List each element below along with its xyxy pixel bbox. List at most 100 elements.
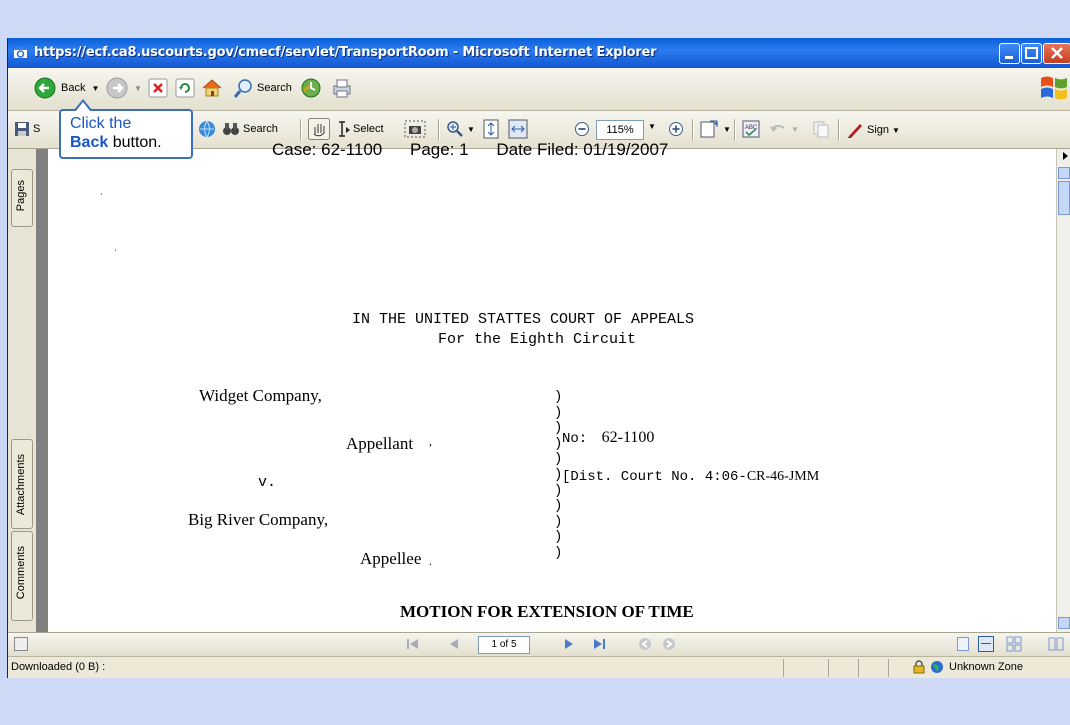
forward-button[interactable]: ▼ [106,77,142,99]
zoom-in-magnifier-icon [447,121,463,137]
back-dropdown-icon[interactable]: ▼ [91,84,99,93]
appellee-role: Appellee [360,549,422,568]
continuous-facing-view-icon[interactable] [1048,637,1064,651]
minimize-button[interactable] [999,43,1020,64]
zoom-in-button[interactable] [668,121,684,137]
spell-check-button[interactable]: ABC [742,120,760,138]
zoom-out-button[interactable] [574,121,590,137]
tab-attachments-label: Attachments [15,454,27,516]
slide-bottom-margin [0,678,1070,725]
email-button[interactable] [198,120,216,138]
zoom-level-dropdown-icon[interactable]: ▼ [648,122,656,131]
svg-text:ABC: ABC [745,125,758,131]
select-label: Select [353,123,384,135]
page-options-icon[interactable] [14,637,28,651]
fit-width-button[interactable] [508,119,528,139]
fit-page-button[interactable] [482,119,500,139]
scroll-down-button[interactable] [1058,617,1070,629]
sign-button[interactable]: Sign ▼ [846,121,900,139]
tab-pages[interactable]: Pages [11,169,33,227]
district-court-line: [Dist. Court No. 4:06-CR-46-JMM [562,469,819,485]
home-icon [202,79,222,97]
forward-arrow-icon [106,77,128,99]
favorites-button[interactable] [300,77,322,99]
save-button[interactable]: S [14,121,40,137]
select-tool-button[interactable]: Select [336,120,384,138]
snapshot-button[interactable] [404,120,426,138]
forward-dropdown-icon[interactable]: ▼ [134,84,142,93]
globe-icon [931,661,943,673]
continuous-view-icon[interactable] [978,636,994,652]
back-button[interactable]: Back ▼ [34,77,99,99]
search-icon [233,79,252,98]
case-number: Case: 62-1100 [272,140,383,159]
refresh-icon [175,78,195,98]
security-zone: Unknown Zone [913,660,1023,674]
fit-page-icon [483,119,499,139]
page-layout-dropdown-icon[interactable]: ▼ [723,125,731,134]
date-filed: Date Filed: 01/19/2007 [496,140,669,159]
single-page-view-icon[interactable] [957,637,969,651]
pdf-search-button[interactable]: Search [222,121,278,137]
printer-icon [333,79,351,98]
docket-number-label: No: 62-1100 [562,429,654,447]
sign-label: Sign [867,124,890,136]
binoculars-icon [223,123,239,135]
motion-title: MOTION FOR EXTENSION OF TIME [400,602,694,621]
text-cursor-icon [339,121,350,137]
zoom-in-tool-button[interactable]: ▼ [446,120,475,138]
tab-comments[interactable]: Comments [11,531,33,621]
back-arrow-icon [34,77,56,99]
search-button[interactable]: Search [232,77,292,99]
pen-icon [848,124,862,138]
scroll-thumb[interactable] [1058,181,1070,215]
sign-dropdown-icon[interactable]: ▼ [892,126,900,135]
zoom-tool-dropdown-icon[interactable]: ▼ [467,125,475,134]
next-page-icon[interactable] [563,638,575,650]
spell-check-icon: ABC [742,120,760,138]
page-layout-button[interactable]: ▼ [700,119,731,139]
scroll-arrow-right-icon [1063,152,1068,160]
previous-view-icon[interactable] [638,637,652,651]
district-prefix: [Dist. Court No. 4:06- [562,469,747,485]
page-number-input[interactable]: 1 of 5 [478,636,530,654]
undo-button[interactable]: ▼ [768,121,799,137]
first-page-icon[interactable] [406,638,420,650]
camera-icon [404,120,426,138]
appellee-name: Big River Company, [188,510,329,529]
callout-line1: Click the [70,115,132,132]
save-label: S [33,123,41,135]
home-button[interactable] [201,77,223,99]
copy-button[interactable] [812,120,830,138]
search-label: Search [257,82,292,94]
zoom-in-icon [669,122,683,136]
navigation-panel: Pages Attachments Comments [8,149,37,632]
copy-icon [813,121,829,138]
zoom-level-input[interactable]: 115% [596,120,644,140]
close-button[interactable] [1043,43,1070,64]
callout-bold-text: Back [70,134,109,151]
next-view-icon[interactable] [662,637,676,651]
undo-dropdown-icon[interactable]: ▼ [791,125,799,134]
refresh-button[interactable] [175,78,195,98]
document-header-line: Case: 62-1100 Page: 1 Date Filed: 01/19/… [272,140,668,160]
maximize-button[interactable] [1021,43,1042,64]
tab-attachments[interactable]: Attachments [11,439,33,529]
scroll-up-button[interactable] [1058,167,1070,179]
browser-window: https://ecf.ca8.uscourts.gov/cmecf/servl… [7,38,1070,678]
last-page-icon[interactable] [592,638,606,650]
print-button[interactable] [331,77,353,99]
stop-button[interactable] [148,78,168,98]
appellant-role: Appellant [346,434,414,453]
vertical-scrollbar[interactable] [1056,149,1070,632]
panel-divider[interactable] [36,149,48,632]
tab-pages-label: Pages [15,180,27,212]
zone-label: Unknown Zone [949,661,1023,673]
facing-view-icon[interactable] [1006,636,1022,652]
callout-rest-text: button. [108,134,162,151]
hand-tool-button[interactable] [308,118,330,140]
previous-page-icon[interactable] [448,638,460,650]
windows-logo-icon [1041,76,1067,100]
status-bar: Downloaded (0 B) : Unknown Zone [8,656,1070,678]
docket-prefix: No: [562,431,588,447]
